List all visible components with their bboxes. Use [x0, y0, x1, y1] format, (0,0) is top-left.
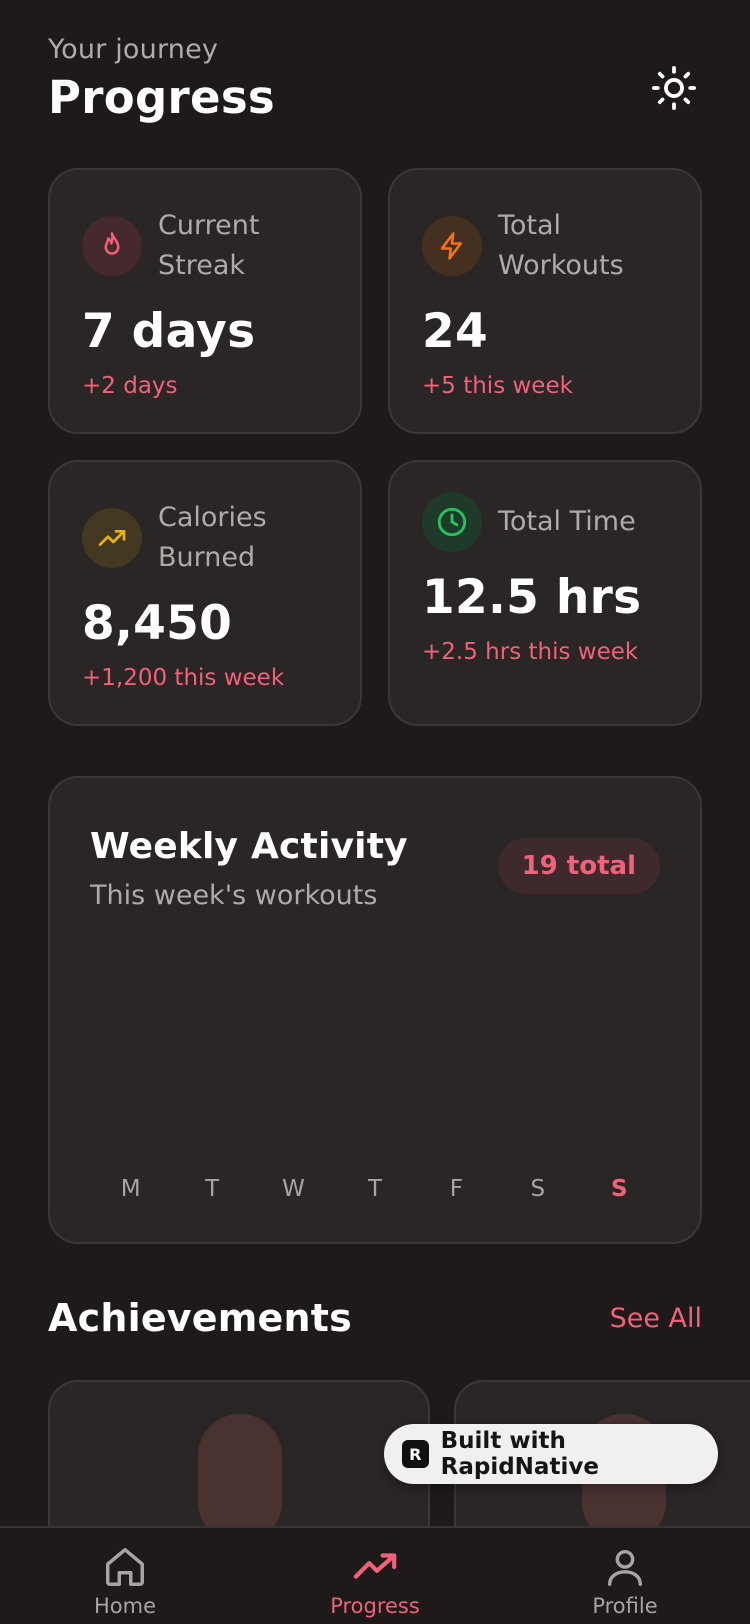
day-labels: MTWTFSS [90, 1176, 660, 1202]
day-label: F [449, 1176, 464, 1202]
total-badge: 19 total [497, 838, 660, 894]
user-icon [607, 1549, 643, 1586]
sun-icon [651, 65, 697, 111]
nav-tab-progress[interactable]: Progress [250, 1528, 500, 1624]
built-with-badge[interactable]: R Built with RapidNative [384, 1424, 718, 1484]
nav-tab-home[interactable]: Home [0, 1528, 250, 1624]
stat-value: 8,450 [82, 596, 233, 651]
nav-label: Home [93, 1594, 156, 1618]
stat-value: 7 days [82, 304, 256, 359]
weekly-subtitle: This week's workouts [90, 880, 378, 911]
achievements-title: Achievements [48, 1296, 352, 1340]
trending-up-icon [82, 508, 142, 568]
weekly-title: Weekly Activity [90, 826, 408, 867]
day-label: W [282, 1176, 305, 1202]
stat-card-total-time[interactable]: Total Time 12.5 hrs +2.5 hrs this week [388, 460, 702, 726]
header: Your journey Progress [48, 34, 702, 124]
stat-change: +5 this week [422, 373, 573, 399]
stat-change: +1,200 this week [82, 665, 285, 691]
stat-change: +2.5 hrs this week [422, 639, 639, 665]
nav-tab-profile[interactable]: Profile [500, 1528, 750, 1624]
page-title: Progress [48, 71, 275, 124]
stat-card-calories-burned[interactable]: Calories Burned 8,450 +1,200 this week [48, 460, 362, 726]
home-icon [106, 1548, 144, 1586]
achievements-header: Achievements See All [48, 1296, 702, 1340]
stat-card-total-workouts[interactable]: Total Workouts 24 +5 this week [388, 168, 702, 434]
stat-label: Total Workouts [498, 210, 624, 281]
flame-icon [82, 216, 142, 276]
stat-label: Current Streak [158, 210, 260, 281]
day-label: T [367, 1176, 382, 1202]
page-subtitle: Your journey [48, 34, 219, 65]
nav-label: Progress [330, 1594, 420, 1618]
lightning-icon [422, 216, 482, 276]
clock-icon [422, 492, 482, 552]
day-label: M [120, 1176, 141, 1202]
nav-label: Profile [592, 1594, 658, 1618]
stat-label: Calories Burned [158, 502, 267, 573]
day-label: T [205, 1176, 220, 1202]
built-with-label: Built with RapidNative [440, 1428, 599, 1480]
stat-value: 24 [422, 304, 489, 359]
see-all-link[interactable]: See All [610, 1303, 702, 1334]
trending-up-icon [353, 1553, 397, 1579]
stat-value: 12.5 hrs [422, 570, 642, 625]
day-label: S [610, 1176, 628, 1202]
progress-screen: Your journey Progress Current Streak 7 d… [0, 0, 750, 1624]
stat-label: Total Time [498, 506, 636, 537]
weekly-activity-card: Weekly Activity This week's workouts 19 … [48, 776, 702, 1244]
rapidnative-logo-icon: R [402, 1440, 429, 1468]
bottom-nav: Home Progress Profile [0, 1526, 750, 1624]
achievement-badge [198, 1414, 282, 1544]
stat-change: +2 days [82, 373, 178, 399]
day-label: S [530, 1176, 546, 1202]
theme-toggle-button[interactable] [646, 60, 702, 116]
stat-card-current-streak[interactable]: Current Streak 7 days +2 days [48, 168, 362, 434]
